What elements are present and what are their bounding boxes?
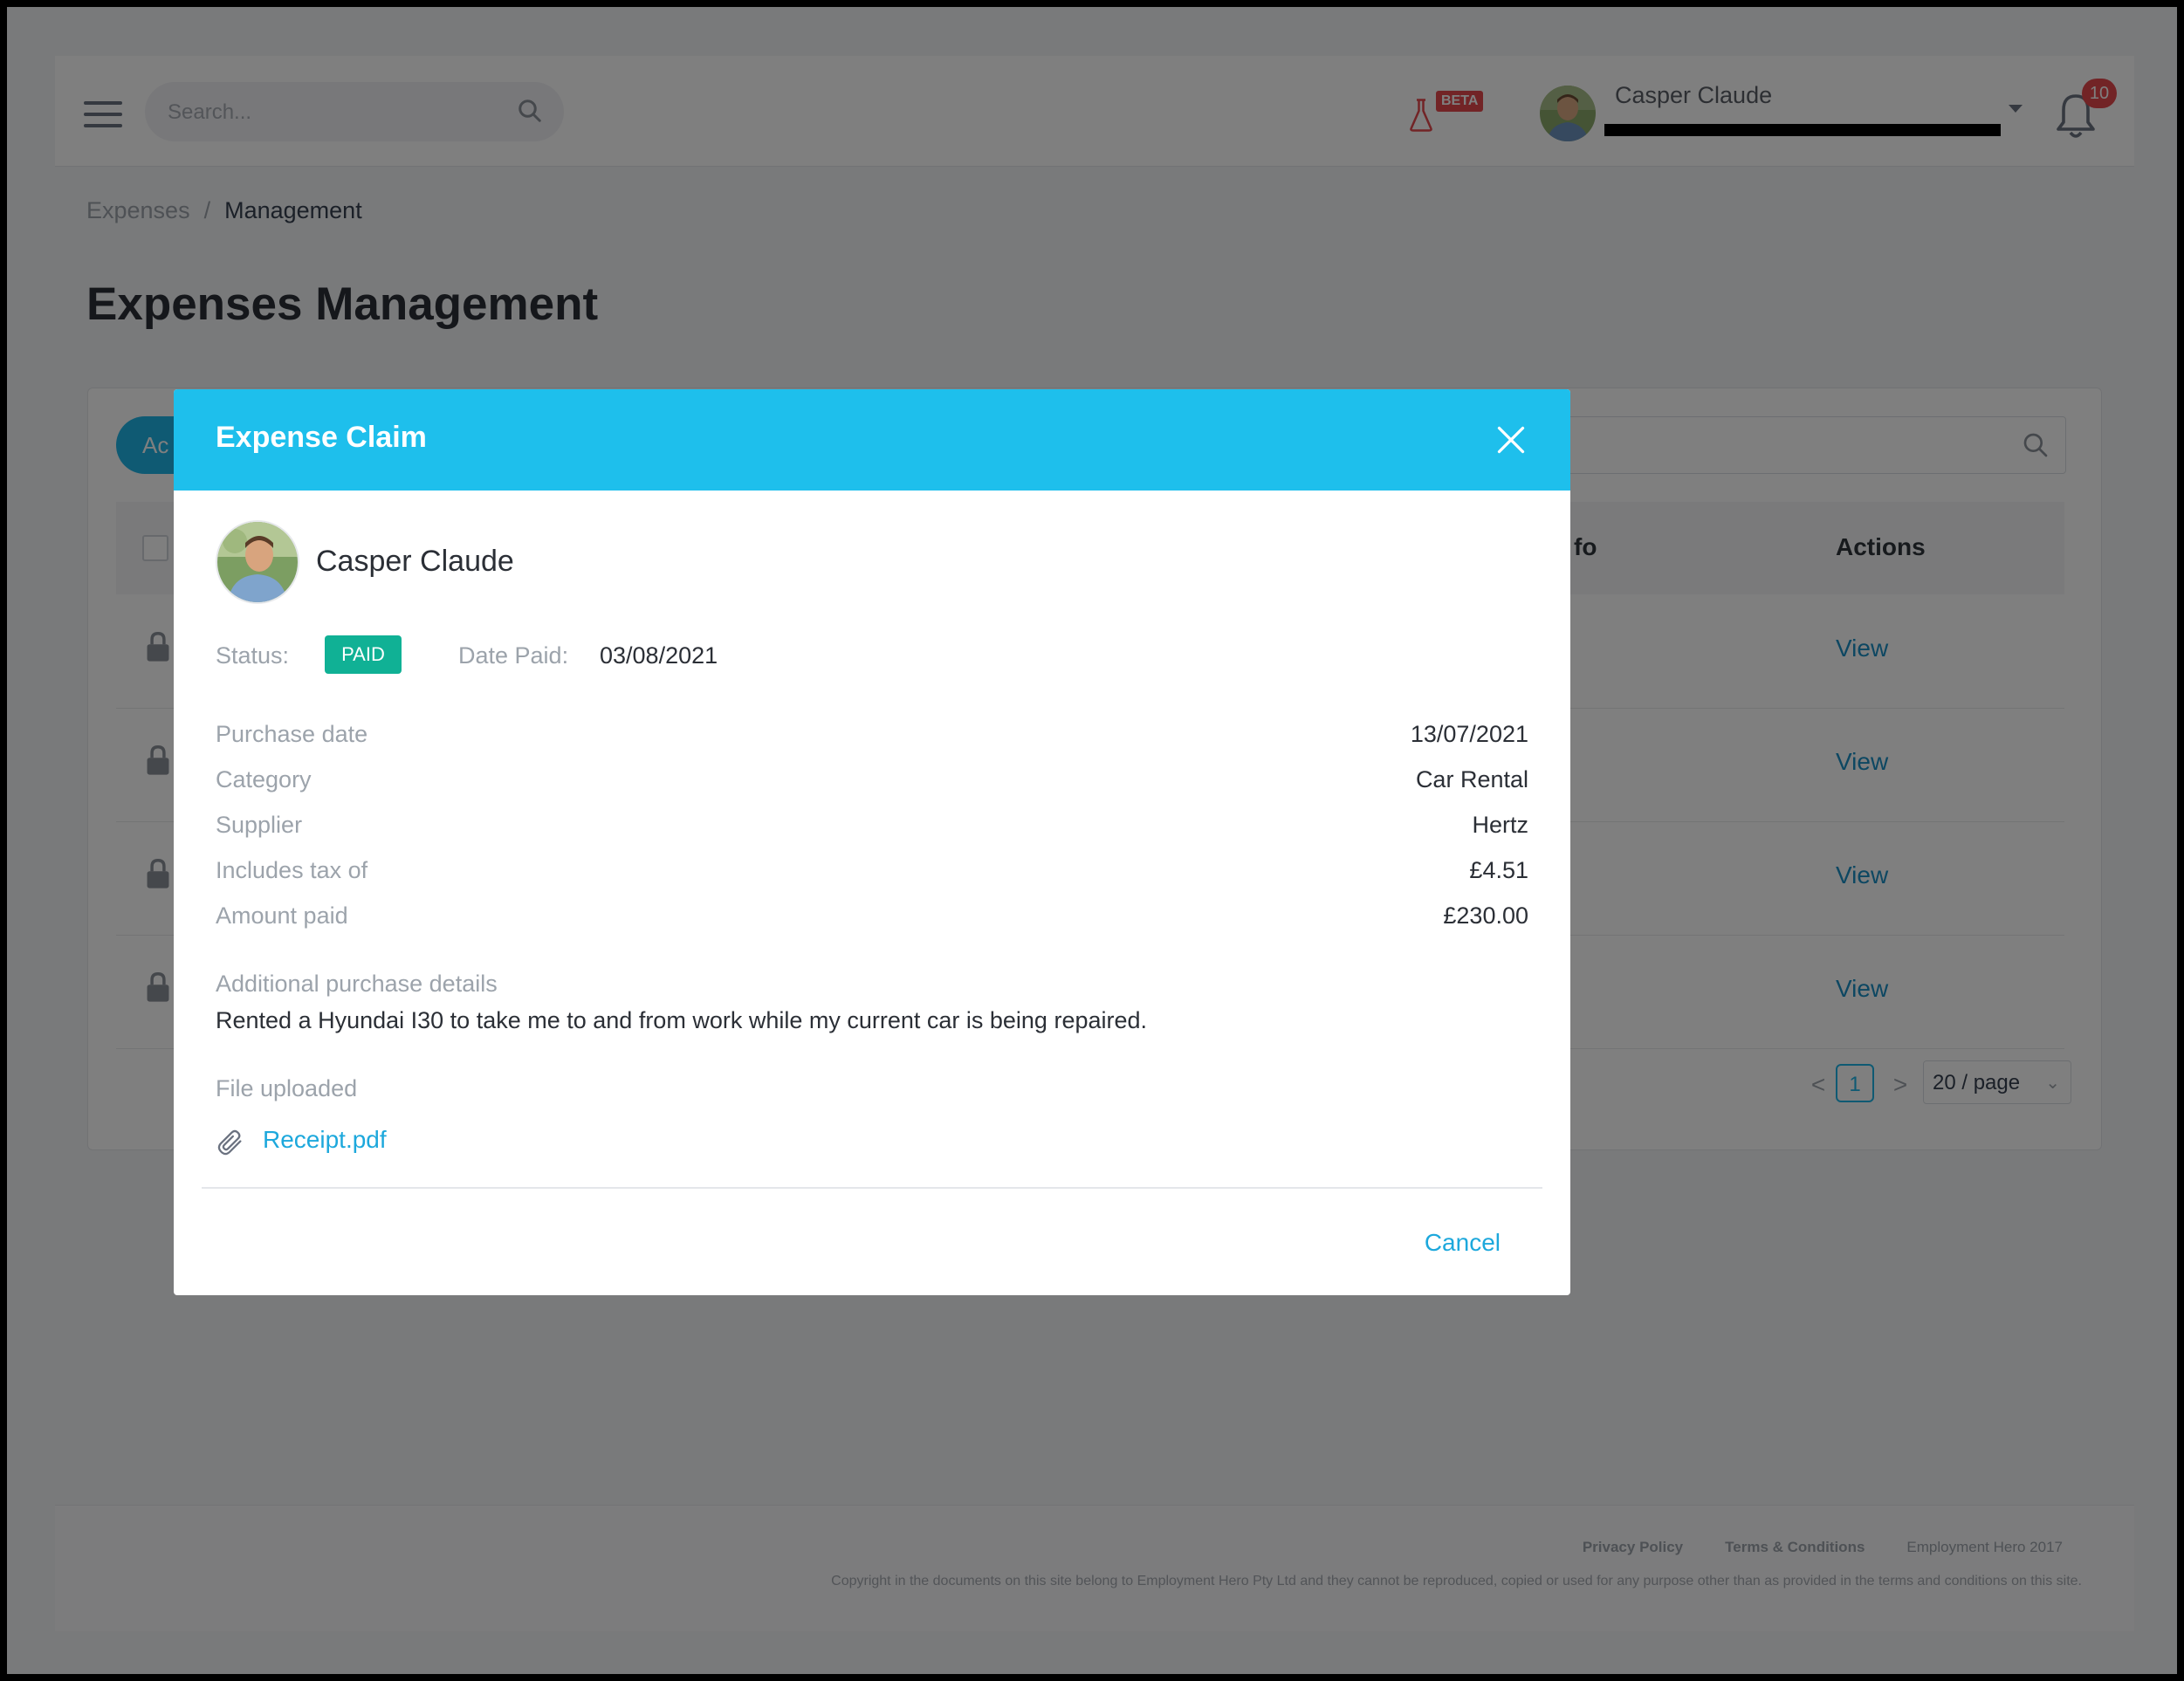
detail-label: Purchase date [216,721,368,747]
status-label: Status: [216,642,290,669]
date-paid-label: Date Paid: [458,642,569,669]
modal-title: Expense Claim [216,421,427,454]
detail-value: £4.51 [1469,857,1528,883]
close-icon[interactable] [1495,424,1527,456]
employee-avatar [216,520,299,604]
detail-label: Amount paid [216,902,348,929]
detail-row-purchase-date: Purchase date 13/07/2021 [216,721,1528,766]
date-paid-value: 03/08/2021 [600,642,718,669]
expense-claim-modal: Expense Claim Casper Claude Status: PAID… [174,389,1570,1295]
additional-details-text: Rented a Hyundai I30 to take me to and f… [216,1007,1148,1033]
additional-details-label: Additional purchase details [216,971,498,997]
detail-row-amount-paid: Amount paid £230.00 [216,902,1528,948]
modal-header: Expense Claim [174,389,1570,491]
receipt-file-link[interactable]: Receipt.pdf [263,1126,387,1154]
status-badge: PAID [325,635,402,674]
detail-label: Category [216,766,312,792]
employee-name: Casper Claude [316,545,514,578]
app-window: BETA Casper Claude 10 Expenses/Managemen… [7,7,2177,1674]
detail-value: 13/07/2021 [1410,721,1528,747]
detail-value: Hertz [1472,812,1528,838]
detail-row-supplier: Supplier Hertz [216,812,1528,857]
detail-value: Car Rental [1415,766,1528,792]
detail-value: £230.00 [1443,902,1528,929]
cancel-button[interactable]: Cancel [1425,1229,1501,1257]
file-uploaded-label: File uploaded [216,1075,358,1101]
modal-footer-divider [202,1187,1542,1189]
detail-row-tax: Includes tax of £4.51 [216,857,1528,902]
detail-label: Includes tax of [216,857,368,883]
paperclip-icon [217,1129,242,1156]
detail-label: Supplier [216,812,303,838]
detail-row-category: Category Car Rental [216,766,1528,812]
